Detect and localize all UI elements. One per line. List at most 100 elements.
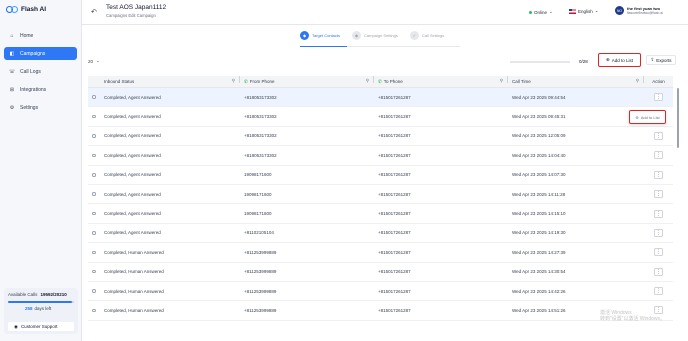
radio-icon[interactable] — [92, 211, 96, 216]
sidebar-item-campaigns[interactable]: ◧ Campaigns — [4, 47, 77, 60]
radio-icon[interactable] — [92, 153, 96, 158]
user-menu[interactable]: NO the first yuan two flasoverfirsttwo@f… — [615, 6, 663, 15]
available-calls: Available Calls 19592/20210 — [8, 292, 67, 297]
search-icon[interactable]: ⚲ — [366, 78, 369, 84]
table-scrollbar[interactable] — [677, 88, 679, 148]
table-row[interactable]: Completed, Agent Answered 19098171600 +815… — [88, 185, 673, 205]
row-check[interactable] — [88, 231, 100, 235]
online-status[interactable]: Online ⌄ — [529, 9, 553, 15]
table-row[interactable]: Completed, Human Answered +811253999889 +8… — [88, 243, 673, 263]
more-options-icon[interactable]: ⋮ — [654, 287, 663, 296]
cell-to-phone: +815017261287 — [378, 172, 411, 178]
col-header-label: Call Time — [512, 79, 531, 84]
more-options-icon[interactable]: ⋮ — [654, 209, 663, 218]
cell-call-time: Wed Apr 23 2025 09:45:31 — [512, 114, 566, 120]
radio-icon[interactable] — [92, 269, 96, 274]
sidebar-item-label: Integrations — [20, 86, 47, 93]
brand-logo[interactable]: Flash AI — [6, 5, 46, 14]
table-row[interactable]: Completed, Agent Answered 19098171600 +815… — [88, 204, 673, 224]
more-options-icon[interactable]: ⋮ — [654, 267, 663, 276]
search-icon[interactable]: ⚲ — [636, 78, 639, 84]
cell-status: Completed, Agent Answered — [104, 114, 161, 120]
more-options-icon[interactable]: ⋮ — [654, 93, 663, 102]
exports-button[interactable]: ⇪ Exports — [646, 55, 676, 65]
row-check[interactable] — [88, 211, 100, 216]
row-check[interactable] — [88, 153, 100, 158]
avatar: NO — [615, 6, 624, 15]
row-check[interactable] — [88, 114, 100, 119]
search-icon[interactable]: ⚲ — [232, 78, 235, 84]
radio-icon[interactable] — [92, 95, 96, 99]
cell-call-time: Wed Apr 23 2025 12:05:09 — [512, 133, 566, 139]
add-to-list-button[interactable]: ⊕ Add to List — [598, 53, 641, 67]
table-row[interactable]: Completed, Agent Answered +818053173302 +8… — [88, 88, 673, 108]
sidebar-item-settings[interactable]: ⚙ Settings — [4, 101, 77, 114]
export-icon: ⇪ — [650, 57, 655, 62]
cell-call-time: Wed Apr 23 2025 14:11:28 — [512, 191, 566, 197]
more-options-icon[interactable]: ⋮ — [654, 248, 663, 257]
back-arrow-icon[interactable]: ↶ — [91, 8, 97, 16]
more-options-icon[interactable]: ⋮ — [654, 151, 663, 160]
phone-log-icon: ☏ — [8, 68, 16, 75]
table-row[interactable]: Completed, Agent Answered 19098171600 +815… — [88, 166, 673, 185]
language-selector[interactable]: English ⌄ — [569, 8, 599, 14]
table-row[interactable]: Completed, Agent Answered +818053173302 +8… — [88, 146, 673, 166]
radio-icon[interactable] — [92, 250, 96, 255]
more-options-icon[interactable]: ⋮ — [654, 190, 663, 199]
radio-icon[interactable] — [92, 134, 96, 138]
sidebar: Flash AI ⌂ Home ◧ Campaigns ☏ Call Logs … — [0, 0, 82, 341]
calls-progress-fill — [8, 301, 72, 303]
sidebar-item-label: Campaigns — [20, 50, 46, 57]
cell-call-time: Wed Apr 23 2025 14:27:39 — [512, 249, 566, 255]
tab-campaign-settings[interactable]: ◆ Campaign Settings — [352, 31, 398, 40]
row-check[interactable] — [88, 134, 100, 138]
sidebar-item-integrations[interactable]: ⊞ Integrations — [4, 83, 77, 96]
table-row[interactable]: Completed, Agent Answered +81102105104 +81… — [88, 224, 673, 244]
cell-from-phone: +811253999889 — [244, 307, 277, 313]
cell-call-time: Wed Apr 23 2025 14:30:54 — [512, 269, 566, 275]
more-options-icon[interactable]: ⋮ — [654, 131, 663, 140]
row-check[interactable] — [88, 173, 100, 177]
table-row[interactable]: Completed, Human Answered +811253999889 +8… — [88, 282, 673, 302]
chevron-down-icon: ⌄ — [549, 9, 553, 14]
tab-call-settings[interactable]: ✓ Call Settings — [409, 31, 444, 40]
more-options-icon[interactable]: ⋮ — [654, 170, 663, 179]
row-check[interactable] — [88, 95, 100, 99]
radio-icon[interactable] — [92, 289, 96, 293]
page-size-select[interactable]: 20 ⌄ — [88, 58, 100, 64]
tab-target-contacts[interactable]: ◆ Target Contacts — [300, 31, 340, 40]
page-title: Test AOS Japan1112 — [106, 4, 167, 11]
row-check[interactable] — [88, 308, 100, 313]
cell-status: Completed, Human Answered — [104, 288, 164, 294]
radio-icon[interactable] — [92, 231, 96, 235]
cell-action: ⋮ — [644, 131, 673, 140]
customer-support-label: Customer Support — [20, 324, 58, 329]
radio-icon[interactable] — [92, 114, 96, 119]
radio-icon[interactable] — [92, 192, 96, 196]
radio-icon[interactable] — [92, 308, 96, 313]
more-options-icon[interactable]: ⋮ — [654, 228, 663, 237]
add-to-list-menu-item[interactable]: ⊕ Add to List — [629, 110, 666, 124]
table-row[interactable]: Completed, Human Answered +811253999889 +8… — [88, 263, 673, 282]
customer-support-button[interactable]: ◉ Customer Support — [8, 322, 74, 331]
row-check[interactable] — [88, 192, 100, 196]
row-check[interactable] — [88, 250, 100, 255]
sidebar-item-call-logs[interactable]: ☏ Call Logs — [4, 65, 77, 78]
days-left-value: 258 — [25, 306, 33, 311]
table-row[interactable]: Completed, Agent Answered +818053173302 +8… — [88, 127, 673, 147]
cell-from-phone: +818053173302 — [244, 133, 277, 139]
search-icon[interactable]: ⚲ — [500, 78, 503, 84]
cell-status: Completed, Agent Answered — [104, 94, 161, 100]
row-check[interactable] — [88, 269, 100, 274]
table-row[interactable]: Completed, Agent Answered +818053173302 +8… — [88, 107, 673, 127]
col-header-label: Inbound Status — [104, 79, 135, 84]
step-label: Target Contacts — [312, 33, 341, 38]
radio-icon[interactable] — [92, 173, 96, 177]
col-to-phone: ✆ To Phone ⚲ — [374, 75, 508, 85]
status-dot-icon — [529, 10, 532, 14]
cell-action: ⋮ — [644, 151, 673, 160]
table-row[interactable]: Completed, Human Answered +811253999889 +8… — [88, 301, 673, 321]
sidebar-item-home[interactable]: ⌂ Home — [4, 29, 77, 42]
row-check[interactable] — [88, 289, 100, 293]
home-icon: ⌂ — [10, 32, 14, 39]
